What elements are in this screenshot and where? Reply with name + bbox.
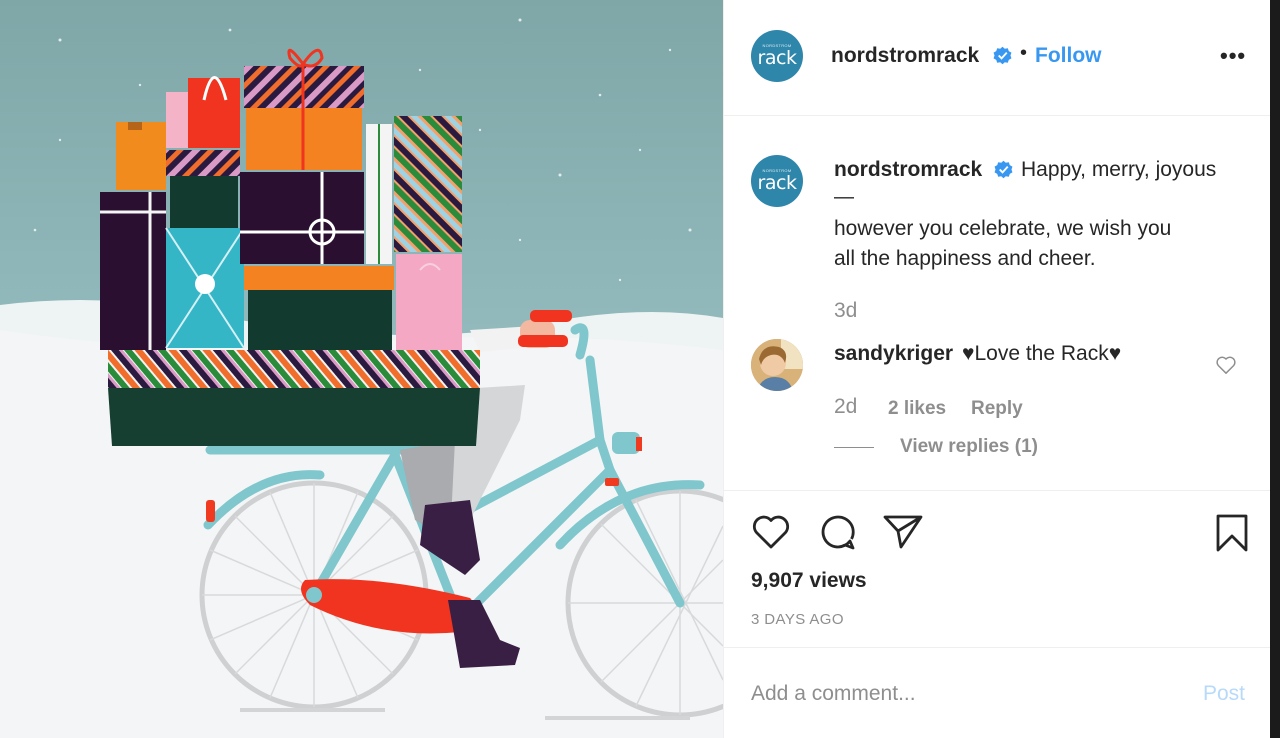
author-avatar[interactable]: NORDSTROM rack bbox=[751, 30, 803, 82]
caption-text-line1: Happy, merry, joyous bbox=[1021, 158, 1217, 181]
comment-likes[interactable]: 2 likes bbox=[888, 398, 946, 420]
bookmark-icon[interactable] bbox=[1214, 513, 1250, 558]
caption-text-line2: however you celebrate, we wish you bbox=[834, 217, 1172, 240]
avatar-logo-small: NORDSTROM bbox=[762, 168, 792, 173]
more-options-button[interactable]: ••• bbox=[1220, 43, 1246, 69]
comment-text: ♥Love the Rack♥ bbox=[962, 342, 1122, 365]
verified-badge-icon bbox=[994, 160, 1013, 181]
commenter-username[interactable]: sandykriger bbox=[834, 342, 953, 366]
heart-icon[interactable] bbox=[751, 513, 791, 556]
post-actions: 9,907 views 3 DAYS AGO bbox=[724, 490, 1274, 648]
caption-text-line3: all the happiness and cheer. bbox=[834, 247, 1096, 270]
window-edge bbox=[1270, 0, 1280, 738]
post-header: NORDSTROM rack nordstromrack • Follow ••… bbox=[724, 0, 1274, 116]
verified-badge-icon bbox=[993, 46, 1012, 67]
illustration-christmas-bike bbox=[0, 0, 723, 738]
author-username[interactable]: nordstromrack bbox=[831, 44, 979, 68]
comment-input[interactable]: Add a comment... bbox=[751, 682, 916, 706]
reply-button[interactable]: Reply bbox=[971, 398, 1023, 420]
avatar-logo-big: rack bbox=[757, 47, 797, 69]
caption-author-avatar[interactable]: NORDSTROM rack bbox=[751, 155, 803, 207]
header-separator: • bbox=[1020, 42, 1028, 64]
avatar-logo-big: rack bbox=[757, 172, 797, 194]
caption-dash: — bbox=[834, 186, 854, 208]
comment-timestamp[interactable]: 2d bbox=[834, 395, 857, 419]
paper-plane-icon[interactable] bbox=[882, 513, 924, 556]
view-replies-button[interactable]: View replies (1) bbox=[900, 436, 1038, 458]
post-panel: NORDSTROM rack nordstromrack • Follow ••… bbox=[723, 0, 1274, 738]
post-date[interactable]: 3 DAYS AGO bbox=[751, 611, 844, 628]
post-image[interactable] bbox=[0, 0, 723, 738]
small-heart-icon[interactable] bbox=[1215, 355, 1237, 375]
caption-username[interactable]: nordstromrack bbox=[834, 158, 982, 182]
avatar-logo-small: NORDSTROM bbox=[762, 43, 792, 48]
replies-divider bbox=[834, 447, 874, 448]
follow-button[interactable]: Follow bbox=[1035, 44, 1102, 68]
caption-timestamp[interactable]: 3d bbox=[834, 299, 857, 323]
commenter-avatar[interactable] bbox=[751, 339, 803, 391]
post-comment-button[interactable]: Post bbox=[1203, 682, 1245, 706]
comment-bubble-icon[interactable] bbox=[818, 513, 858, 556]
view-count[interactable]: 9,907 views bbox=[751, 569, 867, 593]
